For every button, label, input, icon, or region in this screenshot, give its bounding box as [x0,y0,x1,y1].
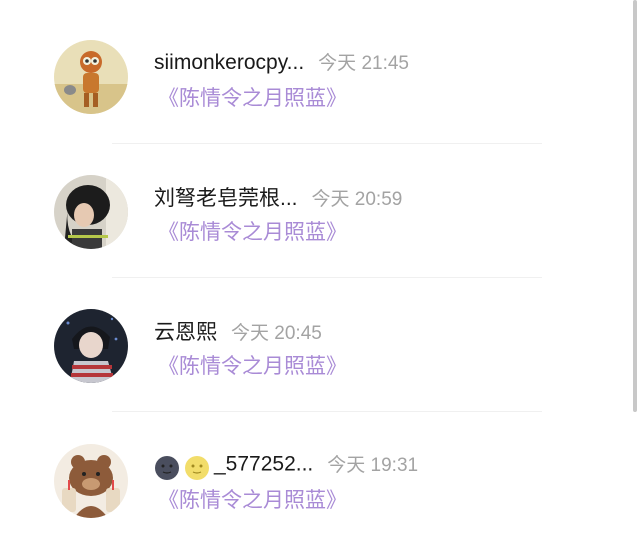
timestamp: 今天 19:31 [327,455,419,476]
message-header: 刘弩老皂莞根... 今天 20:59 [154,182,402,212]
scrollbar[interactable] [633,0,637,412]
list-item[interactable]: _577252... 今天 19:31 《陈情令之月照蓝》 [0,412,630,538]
username[interactable]: _577252... [154,452,314,481]
avatar-bear-bubble-tea-icon [54,444,128,518]
timestamp: 今天 20:45 [231,323,322,344]
avatar[interactable] [54,175,128,249]
list-item[interactable]: 刘弩老皂莞根... 今天 20:59 《陈情令之月照蓝》 [0,144,630,278]
message-header: siimonkerocpy... 今天 21:45 [154,48,409,75]
avatar-cartoon-character-icon [54,40,128,114]
message-header: 云恩熙 今天 20:45 [154,316,322,346]
username[interactable]: 刘弩老皂莞根... [154,182,298,212]
avatar[interactable] [54,309,128,383]
timestamp: 今天 21:45 [318,53,409,74]
timestamp: 今天 20:59 [311,189,403,210]
message-content[interactable]: 《陈情令之月照蓝》 [158,216,347,246]
avatar[interactable] [54,444,128,518]
message-header: _577252... 今天 19:31 [154,450,419,481]
message-content[interactable]: 《陈情令之月照蓝》 [158,350,347,380]
username[interactable]: 云恩熙 [154,316,217,346]
avatar-anime-boy-icon [54,309,128,383]
message-content[interactable]: 《陈情令之月照蓝》 [158,82,347,112]
username-text: _577252... [214,453,314,476]
avatar-girl-profile-icon [54,175,128,249]
username[interactable]: siimonkerocpy... [154,51,304,75]
message-list: siimonkerocpy... 今天 21:45 《陈情令之月照蓝》 刘弩老皂… [0,0,640,538]
list-item[interactable]: siimonkerocpy... 今天 21:45 《陈情令之月照蓝》 [0,10,630,144]
list-item[interactable]: 云恩熙 今天 20:45 《陈情令之月照蓝》 [0,278,630,412]
avatar[interactable] [54,40,128,114]
message-content[interactable]: 《陈情令之月照蓝》 [158,484,347,514]
new-moon-face-icon [154,455,180,481]
full-moon-face-icon [184,455,210,481]
